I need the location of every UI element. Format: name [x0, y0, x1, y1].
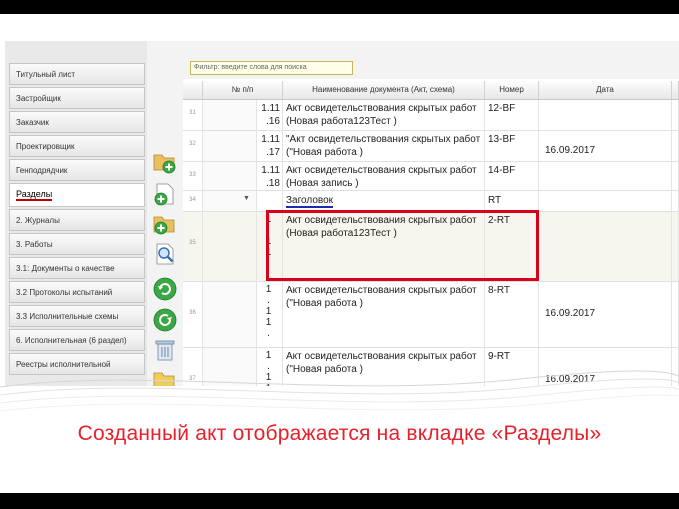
- date-cell: 16.09.2017: [539, 282, 672, 347]
- sidebar-item-designer[interactable]: Проектировщик: [9, 135, 145, 157]
- refresh-alt-icon[interactable]: [152, 307, 178, 333]
- num-cell: 1 . 1 1 .: [257, 282, 283, 347]
- num-cell: 1.11 .17: [257, 131, 283, 161]
- expander-cell: [203, 131, 257, 161]
- expander-cell: [203, 212, 257, 281]
- filter-input[interactable]: Фильтр: введите слова для поиска: [190, 61, 353, 75]
- date-cell: [539, 212, 672, 281]
- dropdown-arrow-icon[interactable]: ▼: [243, 195, 250, 202]
- row-number: 32: [183, 131, 203, 161]
- tail-cell: [672, 100, 679, 130]
- date-cell: [539, 162, 672, 190]
- table-row[interactable]: 36 1 . 1 1 . Акт освидетельствования скр…: [183, 282, 679, 348]
- expander-cell[interactable]: ▼: [203, 191, 257, 211]
- tail-cell: [672, 212, 679, 281]
- row-number: 34: [183, 191, 203, 211]
- sidebar-item-test-protocols[interactable]: 3.2 Протоколы испытаний: [9, 281, 145, 303]
- expander-cell: [203, 282, 257, 347]
- heading-label: Заголовок: [286, 195, 334, 208]
- tail-cell: [672, 282, 679, 347]
- search-document-icon[interactable]: [152, 241, 178, 267]
- sidebar-item-customer[interactable]: Заказчик: [9, 111, 145, 133]
- name-cell: Акт освидетельствования скрытых работ (Н…: [283, 162, 485, 190]
- filter-bar: Фильтр: введите слова для поиска: [183, 41, 679, 79]
- tail-cell: [672, 162, 679, 190]
- date-cell: 16.09.2017: [539, 131, 672, 161]
- add-folder-icon[interactable]: [152, 149, 178, 175]
- table-row[interactable]: 34 ▼ Заголовок RT: [183, 191, 679, 212]
- name-cell: Заголовок: [283, 191, 485, 211]
- row-number: 36: [183, 282, 203, 347]
- sidebar-item-schemes[interactable]: 3.3 Исполнительные схемы: [9, 305, 145, 327]
- grid-header: № п/п Наименование документа (Акт, схема…: [183, 81, 679, 100]
- name-cell: "Акт освидетельствования скрытых работ (…: [283, 131, 485, 161]
- sidebar-item-developer[interactable]: Застройщик: [9, 87, 145, 109]
- row-number: 31: [183, 100, 203, 130]
- header-name[interactable]: Наименование документа (Акт, схема): [283, 81, 485, 99]
- sidebar-item-title-page[interactable]: Титульный лист: [9, 63, 145, 85]
- num-cell: 1.11 .16: [257, 100, 283, 130]
- date-cell: [539, 100, 672, 130]
- slide: Титульный лист Застройщик Заказчик Проек…: [0, 14, 679, 493]
- nomer-cell: 14-BF: [485, 162, 539, 190]
- name-cell: Акт освидетельствования скрытых работ ("…: [283, 282, 485, 347]
- add-folder-alt-icon[interactable]: [152, 211, 178, 237]
- sidebar-item-works[interactable]: 3. Работы: [9, 233, 145, 255]
- refresh-icon[interactable]: [152, 276, 178, 302]
- sidebar-item-quality-docs[interactable]: 3.1: Документы о качестве: [9, 257, 145, 279]
- sidebar-item-executive[interactable]: 6. Исполнительная (6 раздел): [9, 329, 145, 351]
- row-number: 35: [183, 212, 203, 281]
- recycle-bin-icon[interactable]: [152, 337, 178, 363]
- sidebar-item-journals[interactable]: 2. Журналы: [9, 209, 145, 231]
- expander-cell: [203, 162, 257, 190]
- toolbar: [147, 41, 183, 386]
- slide-caption: Созданный акт отображается на вкладке «Р…: [77, 422, 602, 445]
- header-num[interactable]: № п/п: [203, 81, 283, 99]
- highlight-frame: [266, 210, 539, 281]
- expander-cell: [203, 100, 257, 130]
- table-row[interactable]: 31 1.11 .16 Акт освидетельствования скры…: [183, 100, 679, 131]
- nomer-cell: 12-BF: [485, 100, 539, 130]
- tail-cell: [672, 191, 679, 211]
- header-date[interactable]: Дата: [539, 81, 672, 99]
- table-row[interactable]: 33 1.11 .18 Акт освидетельствования скры…: [183, 162, 679, 191]
- sidebar-item-label: Разделы: [16, 189, 53, 201]
- row-number: 33: [183, 162, 203, 190]
- tail-cell: [672, 131, 679, 161]
- sidebar-item-sections[interactable]: Разделы: [9, 183, 145, 207]
- header-tail: [672, 81, 679, 99]
- nomer-cell: 8-RT: [485, 282, 539, 347]
- header-nomer[interactable]: Номер: [485, 81, 539, 99]
- table-row[interactable]: 32 1.11 .17 "Акт освидетельствования скр…: [183, 131, 679, 162]
- sidebar: Титульный лист Застройщик Заказчик Проек…: [5, 41, 148, 386]
- add-document-icon[interactable]: [152, 181, 178, 207]
- num-cell: [257, 191, 283, 211]
- sidebar-item-contractor[interactable]: Генподрядчик: [9, 159, 145, 181]
- num-cell: 1.11 .18: [257, 162, 283, 190]
- nomer-cell: RT: [485, 191, 539, 211]
- date-cell: [539, 191, 672, 211]
- name-cell: Акт освидетельствования скрытых работ (Н…: [283, 100, 485, 130]
- header-rownum: [183, 81, 203, 99]
- nomer-cell: 13-BF: [485, 131, 539, 161]
